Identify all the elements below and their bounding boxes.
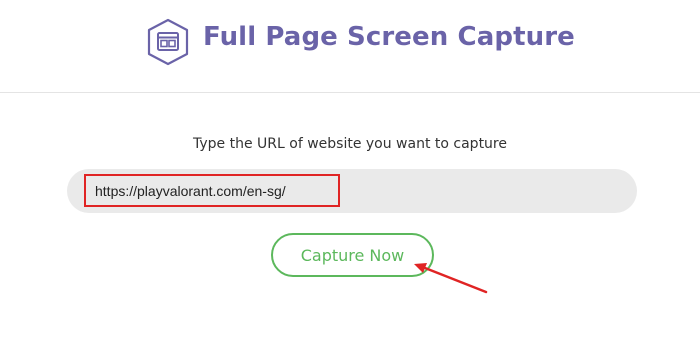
capture-now-button[interactable]: Capture Now [271,233,434,277]
header: Full Page Screen Capture [0,0,700,93]
url-prompt-label: Type the URL of website you want to capt… [193,136,507,152]
browser-window-icon [147,18,189,66]
page: Full Page Screen Capture Type the URL of… [0,0,700,340]
app-title: Full Page Screen Capture [203,22,575,52]
url-input[interactable] [95,181,325,201]
